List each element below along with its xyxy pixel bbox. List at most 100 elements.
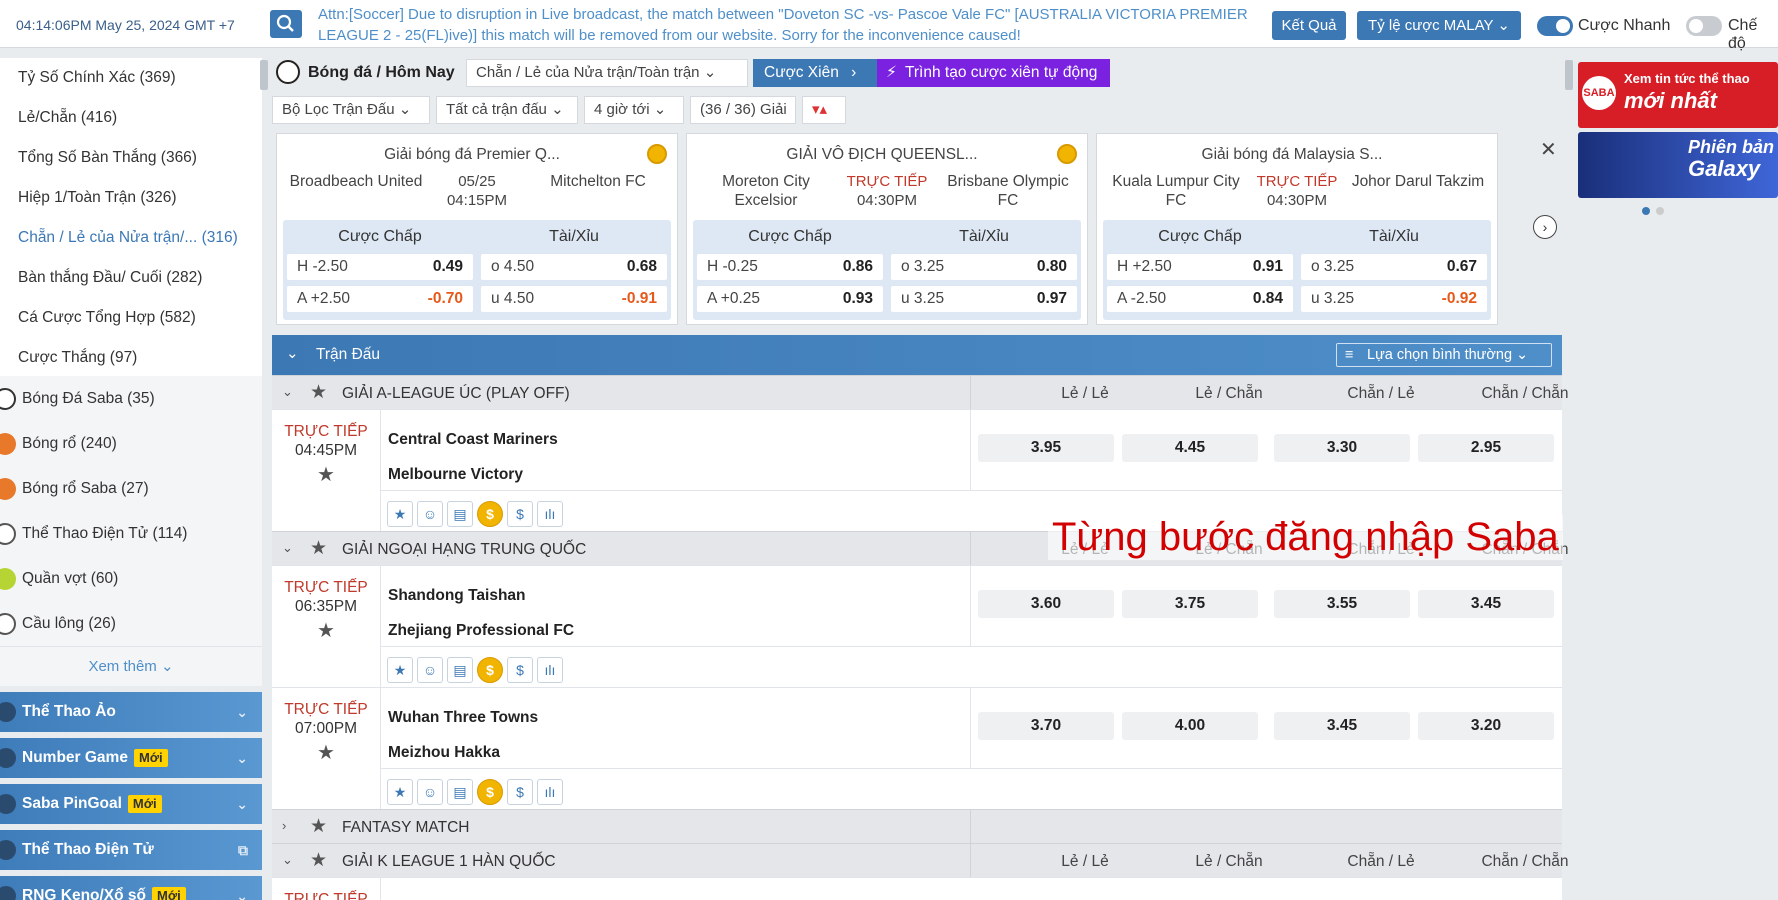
odds-cell[interactable]: o 3.25 0.67 xyxy=(1301,254,1487,280)
star-icon[interactable]: ★ xyxy=(387,779,413,805)
news-banner[interactable]: SABA Xem tin tức thể thao mới nhất xyxy=(1578,62,1778,128)
menu-item-ht-ft[interactable]: Hiệp 1/Toàn Trận (326) xyxy=(0,178,262,218)
odds-button[interactable]: 3.30 xyxy=(1274,434,1410,462)
chevron-down-icon[interactable]: ⌄ xyxy=(282,384,293,400)
sport-item-esports[interactable]: Thể Thao Điện Tử (114) xyxy=(0,511,262,556)
match-teams[interactable]: Wuhan Three Towns Meizhou Hakka xyxy=(388,700,538,770)
odds-button[interactable]: 4.00 xyxy=(1122,712,1258,740)
close-icon[interactable]: ✕ xyxy=(1540,137,1557,162)
featured-card[interactable]: GIẢI VÔ ĐỊCH QUEENSL... Moreton City Exc… xyxy=(686,133,1088,325)
featured-card[interactable]: Giải bóng đá Malaysia S... Kuala Lumpur … xyxy=(1096,133,1498,325)
sort-mode-dropdown[interactable]: ≡ Lựa chọn bình thường ⌄ xyxy=(1336,343,1552,367)
match-teams[interactable]: Central Coast Mariners Melbourne Victory xyxy=(388,422,558,492)
odds-button[interactable]: 2.95 xyxy=(1418,434,1554,462)
stadium-icon[interactable]: ▤ xyxy=(447,657,473,683)
odds-button[interactable]: 3.70 xyxy=(978,712,1114,740)
match-filter-dropdown[interactable]: Bộ Lọc Trận Đấu ⌄ xyxy=(272,96,430,124)
dollar-icon[interactable]: $ xyxy=(507,657,533,683)
odds-button[interactable]: 3.45 xyxy=(1274,712,1410,740)
chevron-down-icon[interactable]: ⌄ xyxy=(282,540,293,556)
stats-icon[interactable]: ılı xyxy=(537,779,563,805)
see-more-button[interactable]: Xem thêm ⌄ xyxy=(0,646,262,686)
dollar-icon[interactable]: $ xyxy=(507,501,533,527)
league-header[interactable]: ⌄ ★ GIẢI A-LEAGUE ÚC (PLAY OFF) Lẻ / Lẻ … xyxy=(272,375,1569,410)
match-teams[interactable]: Shandong Taishan Zhejiang Professional FC xyxy=(388,578,574,648)
odds-button[interactable]: 4.45 xyxy=(1122,434,1258,462)
leagues-count[interactable]: (36 / 36) Giải xyxy=(690,96,796,124)
odds-cell[interactable]: u 3.25 0.97 xyxy=(891,286,1077,312)
star-icon[interactable]: ★ xyxy=(272,465,380,485)
star-icon[interactable]: ★ xyxy=(387,501,413,527)
star-icon[interactable]: ★ xyxy=(310,849,327,872)
category-number-game[interactable]: Number Game Mới ⌄ xyxy=(0,738,262,778)
match-teams[interactable]: Incheon United xyxy=(388,890,500,900)
sport-item-tennis[interactable]: Quần vợt (60) xyxy=(0,556,262,601)
all-matches-dropdown[interactable]: Tất cả trận đấu ⌄ xyxy=(436,96,578,124)
odds-cell[interactable]: H -2.50 0.49 xyxy=(287,254,473,280)
odds-button[interactable]: 3.75 xyxy=(1122,590,1258,618)
league-header[interactable]: › ★ FANTASY MATCH xyxy=(272,809,1562,844)
category-esports[interactable]: Thể Thao Điện Tử ⧉ xyxy=(0,830,262,870)
mascot-icon[interactable]: ☺ xyxy=(417,657,443,683)
odds-cell[interactable]: H +2.50 0.91 xyxy=(1107,254,1293,280)
dollar-icon[interactable]: $ xyxy=(507,779,533,805)
odds-cell[interactable]: o 3.25 0.80 xyxy=(891,254,1077,280)
odds-cell[interactable]: u 4.50 -0.91 xyxy=(481,286,667,312)
odds-button[interactable]: 3.45 xyxy=(1418,590,1554,618)
odds-button[interactable]: 3.20 xyxy=(1418,712,1554,740)
stats-icon[interactable]: ılı xyxy=(537,501,563,527)
star-icon[interactable]: ★ xyxy=(387,657,413,683)
collapse-handle[interactable] xyxy=(260,60,268,90)
star-icon[interactable]: ★ xyxy=(272,621,380,641)
announcement-ticker[interactable]: Attn:[Soccer] Due to disruption in Live … xyxy=(318,4,1268,44)
auto-parlay-builder-button[interactable]: ⚡ Trình tạo cược xiên tự động xyxy=(877,59,1110,87)
odds-cell[interactable]: A +0.25 0.93 xyxy=(697,286,883,312)
sport-item-basketball[interactable]: Bóng rổ (240) xyxy=(0,421,262,466)
star-icon[interactable]: ★ xyxy=(310,381,327,404)
odds-type-dropdown[interactable]: Tỷ lệ cược MALAY ⌄ xyxy=(1357,11,1521,40)
odds-cell[interactable]: H -0.25 0.86 xyxy=(697,254,883,280)
featured-card[interactable]: Giải bóng đá Premier Q... Broadbeach Uni… xyxy=(276,133,678,325)
category-saba-pingoal[interactable]: Saba PinGoal Mới ⌄ xyxy=(0,784,262,824)
category-virtual-sports[interactable]: Thể Thao Ảo ⌄ xyxy=(0,692,262,732)
star-icon[interactable]: ★ xyxy=(310,537,327,560)
menu-item-odd-even[interactable]: Lẻ/Chẵn (416) xyxy=(0,98,262,138)
sport-item-saba-basketball[interactable]: Bóng rổ Saba (27) xyxy=(0,466,262,511)
odds-cell[interactable]: A -2.50 0.84 xyxy=(1107,286,1293,312)
menu-item-outright[interactable]: Cược Thắng (97) xyxy=(0,338,262,378)
coin-icon[interactable]: $ xyxy=(477,657,503,683)
star-icon[interactable]: ★ xyxy=(310,815,327,838)
star-icon[interactable]: ★ xyxy=(272,743,380,763)
sport-item-badminton[interactable]: Cầu lông (26) xyxy=(0,601,262,646)
mascot-icon[interactable]: ☺ xyxy=(417,779,443,805)
league-header[interactable]: ⌄ ★ GIẢI K LEAGUE 1 HÀN QUỐC Lẻ / Lẻ Lẻ … xyxy=(272,843,1569,878)
collapse-handle[interactable] xyxy=(1565,60,1573,90)
stadium-icon[interactable]: ▤ xyxy=(447,779,473,805)
menu-item-exact-score[interactable]: Tỷ Số Chính Xác (369) xyxy=(0,58,262,98)
mascot-icon[interactable]: ☺ xyxy=(417,501,443,527)
chevron-right-icon[interactable]: › xyxy=(282,818,286,833)
category-rng-keno[interactable]: RNG Keno/Xổ số Mới ⌄ xyxy=(0,876,262,900)
menu-item-ht-ft-odd-even[interactable]: Chẵn / Lẻ của Nửa trận/... (316) xyxy=(0,218,262,258)
chevron-down-icon[interactable]: ⌄ xyxy=(286,344,299,362)
sort-icon[interactable]: ▾▴ xyxy=(802,96,846,124)
odds-button[interactable]: 3.95 xyxy=(978,434,1114,462)
banner-pagination[interactable] xyxy=(1578,202,1728,216)
quick-bet-toggle[interactable] xyxy=(1537,16,1573,36)
search-button[interactable] xyxy=(270,10,302,38)
menu-item-mix-parlay[interactable]: Cá Cược Tổng Hợp (582) xyxy=(0,298,262,338)
odds-cell[interactable]: o 4.50 0.68 xyxy=(481,254,667,280)
odds-cell[interactable]: A +2.50 -0.70 xyxy=(287,286,473,312)
results-button[interactable]: Kết Quả xyxy=(1272,11,1346,40)
stadium-icon[interactable]: ▤ xyxy=(447,501,473,527)
menu-item-total-goals[interactable]: Tổng Số Bàn Thắng (366) xyxy=(0,138,262,178)
market-select[interactable]: Chẵn / Lẻ của Nửa trận/Toàn trận ⌄ xyxy=(466,59,748,87)
time-range-dropdown[interactable]: 4 giờ tới ⌄ xyxy=(584,96,684,124)
chevron-right-icon[interactable]: › xyxy=(1533,215,1557,239)
coin-icon[interactable]: $ xyxy=(477,501,503,527)
mode-toggle[interactable] xyxy=(1686,16,1722,36)
stats-icon[interactable]: ılı xyxy=(537,657,563,683)
odds-button[interactable]: 3.60 xyxy=(978,590,1114,618)
sport-item-saba-soccer[interactable]: Bóng Đá Saba (35) xyxy=(0,376,262,421)
coin-icon[interactable]: $ xyxy=(477,779,503,805)
